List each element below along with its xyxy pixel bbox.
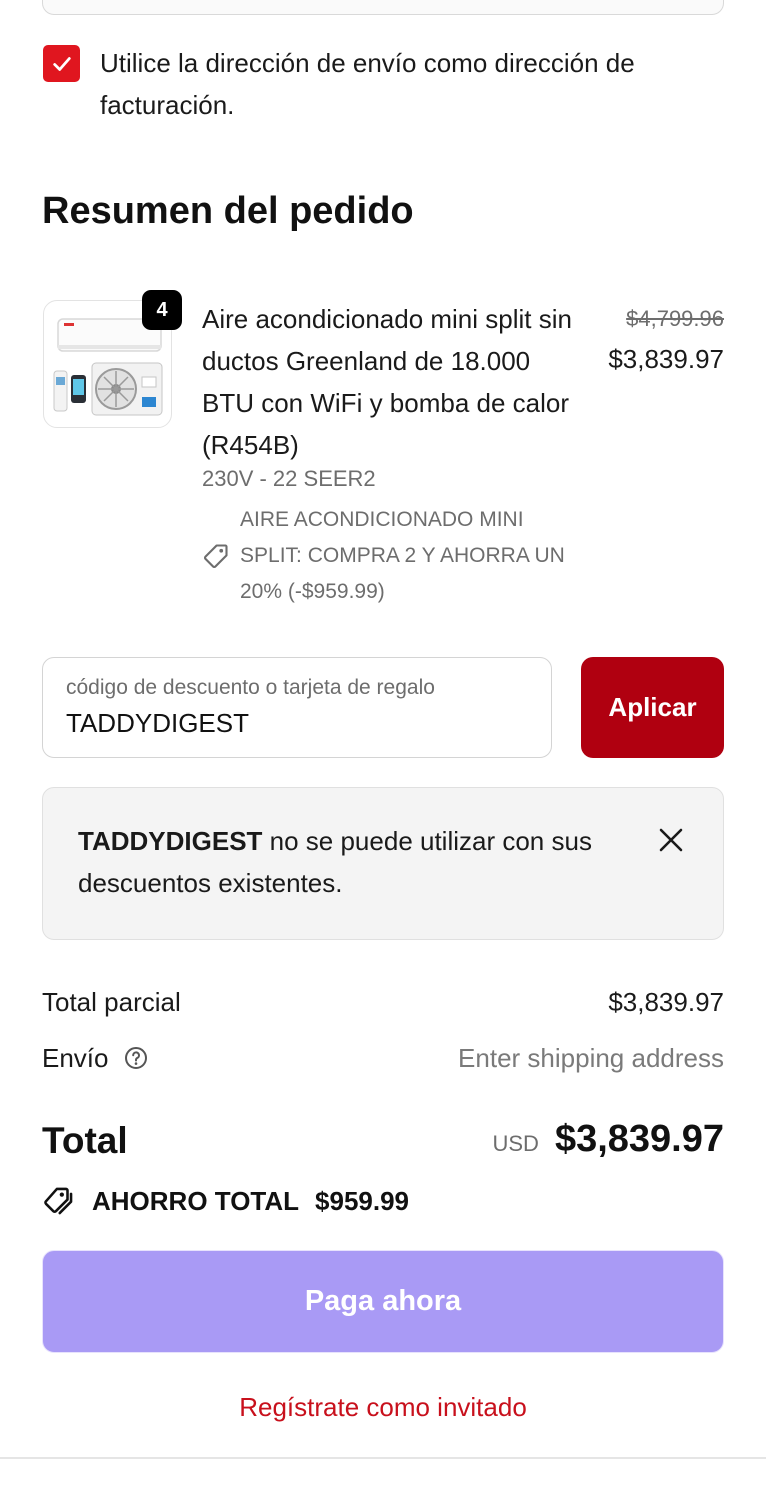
billing-checkbox-label: Utilice la dirección de envío como direc… bbox=[100, 48, 635, 120]
total-row: Total USD $3,839.97 bbox=[42, 1118, 724, 1168]
checkmark-icon bbox=[52, 56, 71, 71]
discount-description: AIRE ACONDICIONADO MINI SPLIT: COMPRA 2 … bbox=[240, 508, 565, 603]
total-currency: USD bbox=[492, 1131, 539, 1156]
register-as-guest-link[interactable]: Regístrate como invitado bbox=[0, 1392, 766, 1423]
total-value: $3,839.97 bbox=[554, 1118, 724, 1160]
order-summary-title: Resumen del pedido bbox=[42, 190, 414, 232]
close-icon[interactable] bbox=[655, 824, 687, 856]
price-tag-icon bbox=[203, 544, 228, 569]
shipping-label: Envío bbox=[42, 1043, 109, 1073]
discount-code-value[interactable]: TADDYDIGEST bbox=[66, 708, 249, 739]
original-price: $4,799.96 bbox=[626, 306, 724, 331]
help-icon[interactable] bbox=[124, 1046, 148, 1070]
subtotal-label: Total parcial bbox=[42, 987, 181, 1017]
subtotal-value: $3,839.97 bbox=[608, 987, 724, 1017]
discount-error-alert: TADDYDIGEST no se puede utilizar con sus… bbox=[42, 787, 724, 940]
billing-same-as-shipping[interactable]: Utilice la dirección de envío como direc… bbox=[43, 44, 733, 126]
alert-code: TADDYDIGEST bbox=[78, 826, 263, 856]
shipping-row: Envío Enter shipping address bbox=[42, 1043, 724, 1074]
product-name: Aire acondicionado mini split sin ductos… bbox=[202, 304, 572, 460]
total-savings-row: AHORRO TOTAL $959.99 bbox=[42, 1184, 409, 1218]
product-variant: 230V - 22 SEER2 bbox=[202, 466, 376, 491]
total-savings-label: AHORRO TOTAL bbox=[92, 1185, 300, 1216]
bottom-divider bbox=[0, 1457, 766, 1459]
total-savings-value: $959.99 bbox=[315, 1185, 410, 1216]
quantity-badge: 4 bbox=[142, 290, 182, 330]
total-amount-group: USD $3,839.97 bbox=[492, 1118, 724, 1161]
discount-code-input[interactable]: código de descuento o tarjeta de regalo … bbox=[42, 657, 552, 758]
shipping-value: Enter shipping address bbox=[458, 1043, 724, 1073]
alert-message: TADDYDIGEST no se puede utilizar con sus… bbox=[78, 820, 598, 904]
billing-checkbox[interactable] bbox=[43, 45, 80, 82]
total-label: Total bbox=[42, 1120, 128, 1161]
discount-code-floating-label: código de descuento o tarjeta de regalo bbox=[66, 676, 435, 699]
apply-discount-button[interactable]: Aplicar bbox=[581, 657, 724, 758]
pay-now-button[interactable]: Paga ahora bbox=[42, 1250, 724, 1353]
subtotal-row: Total parcial $3,839.97 bbox=[42, 987, 724, 1018]
current-price: $3,839.97 bbox=[608, 344, 724, 374]
tags-icon bbox=[44, 1187, 73, 1215]
previous-form-field[interactable] bbox=[42, 0, 724, 15]
